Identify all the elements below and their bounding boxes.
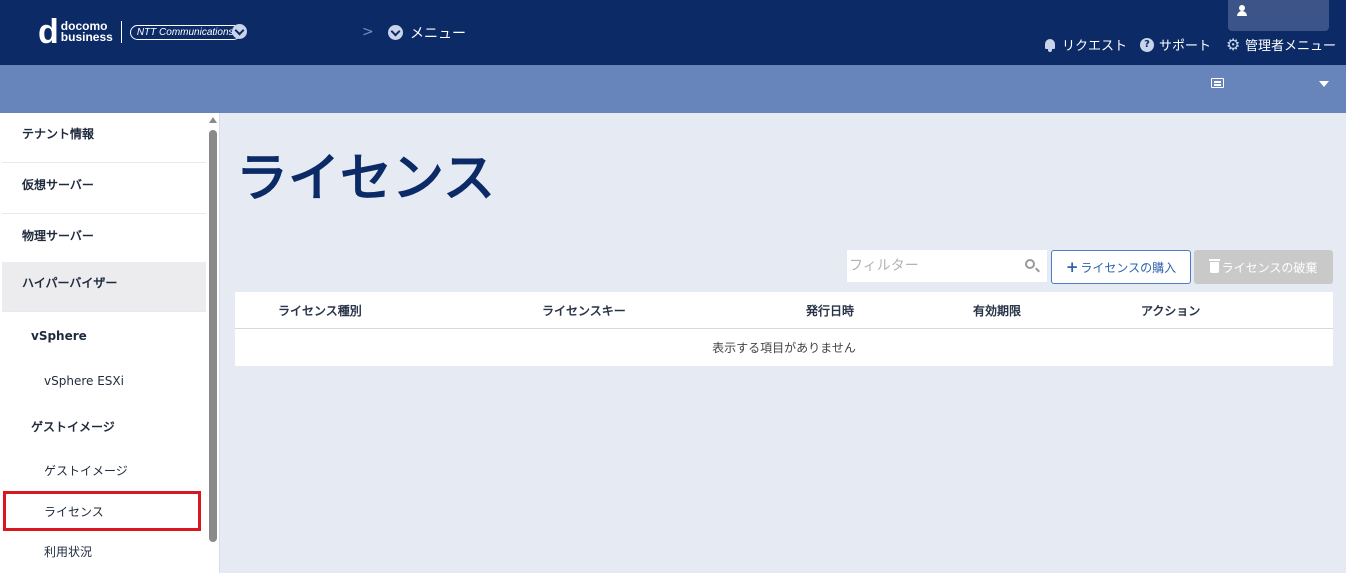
plus-icon: + bbox=[1065, 258, 1079, 276]
user-icon bbox=[1237, 5, 1247, 17]
scroll-up-arrow-icon[interactable] bbox=[209, 117, 217, 123]
logo-d-mark: d bbox=[38, 13, 59, 51]
gear-icon: ⚙ bbox=[1226, 34, 1241, 54]
buy-license-label: ライセンスの購入 bbox=[1080, 260, 1177, 275]
sidebar-item-usage[interactable]: 利用状況 bbox=[2, 543, 206, 560]
nav-support[interactable]: ? サポート bbox=[1140, 35, 1211, 54]
sidebar-item-vsphere-esxi[interactable]: vSphere ESXi bbox=[2, 374, 206, 388]
nav-support-label: サポート bbox=[1159, 39, 1212, 54]
sidebar-item-vsphere[interactable]: vSphere bbox=[2, 329, 206, 343]
menu-dropdown-label[interactable]: メニュー bbox=[410, 23, 466, 43]
delete-license-button[interactable]: ライセンスの破棄 bbox=[1194, 250, 1333, 284]
column-header-license-type[interactable]: ライセンス種別 bbox=[278, 302, 362, 319]
license-highlight-box bbox=[3, 491, 201, 531]
delete-license-label: ライセンスの破棄 bbox=[1221, 260, 1318, 275]
sub-toolbar bbox=[0, 65, 1346, 113]
nav-admin-menu-label: 管理者メニュー bbox=[1245, 39, 1337, 54]
help-circle-icon: ? bbox=[1140, 37, 1154, 52]
page-title: ライセンス bbox=[236, 149, 495, 209]
nav-admin-menu[interactable]: ⚙ 管理者メニュー bbox=[1226, 35, 1336, 54]
breadcrumb-separator: > bbox=[362, 24, 374, 40]
sidebar-item-hypervisor[interactable]: ハイパーバイザー bbox=[2, 262, 206, 312]
logo-divider bbox=[120, 21, 122, 43]
filter-input[interactable] bbox=[847, 250, 1022, 282]
nav-request-label: リクエスト bbox=[1062, 39, 1128, 54]
trash-icon bbox=[1208, 258, 1220, 273]
column-header-license-key[interactable]: ライセンスキー bbox=[542, 302, 626, 319]
caret-down-icon[interactable] bbox=[1319, 81, 1329, 87]
search-icon[interactable] bbox=[1025, 259, 1035, 269]
menu-dropdown-chevron-icon[interactable] bbox=[388, 25, 403, 40]
table-empty-message: 表示する項目がありません bbox=[712, 341, 856, 355]
column-header-expiry[interactable]: 有効期限 bbox=[973, 302, 1021, 319]
sidebar-item-tenant-info[interactable]: テナント情報 bbox=[2, 113, 206, 163]
logo-brand-line2: business bbox=[60, 30, 113, 44]
table-header: ライセンス種別 ライセンスキー 発行日時 有効期限 アクション bbox=[235, 292, 1333, 329]
column-header-issued-at[interactable]: 発行日時 bbox=[806, 302, 854, 319]
list-view-icon[interactable] bbox=[1211, 78, 1224, 88]
sidebar-item-virtual-server[interactable]: 仮想サーバー bbox=[2, 164, 206, 214]
nav-request[interactable]: リクエスト bbox=[1043, 35, 1127, 54]
license-table: ライセンス種別 ライセンスキー 発行日時 有効期限 アクション 表示する項目があ… bbox=[235, 292, 1333, 366]
sidebar-item-physical-server[interactable]: 物理サーバー bbox=[2, 215, 206, 265]
tenant-dropdown-chevron-icon[interactable] bbox=[232, 24, 247, 39]
scrollbar-thumb[interactable] bbox=[209, 130, 217, 542]
sidebar-item-guest-image-group[interactable]: ゲストイメージ bbox=[2, 418, 206, 435]
ntt-communications-logo: NTT Communications bbox=[129, 24, 241, 40]
bell-icon bbox=[1043, 38, 1057, 52]
docomo-business-logo[interactable]: d docomo business NTT Communications bbox=[38, 13, 241, 51]
column-header-action: アクション bbox=[1141, 304, 1201, 318]
sidebar-item-guest-image[interactable]: ゲストイメージ bbox=[2, 462, 206, 479]
buy-license-button[interactable]: + ライセンスの購入 bbox=[1051, 250, 1191, 284]
